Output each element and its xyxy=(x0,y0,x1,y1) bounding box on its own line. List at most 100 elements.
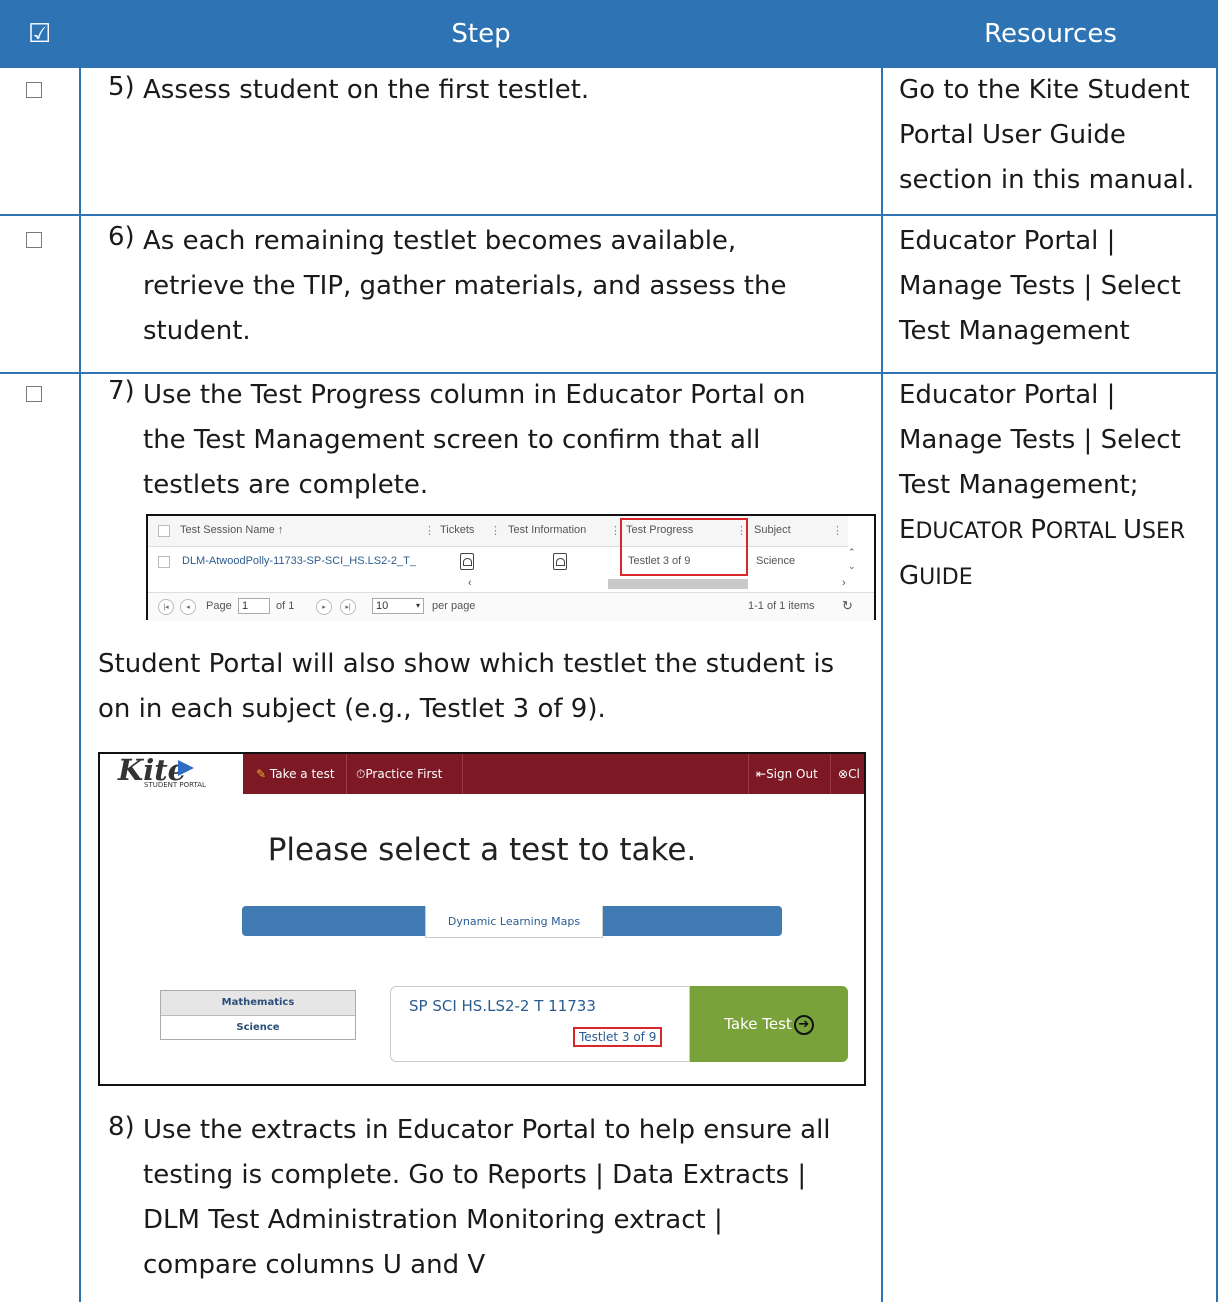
step-line: Assess student on the first testlet. xyxy=(143,75,590,105)
step-text: As each remaining testlet becomes availa… xyxy=(143,219,863,354)
practice-first-link[interactable]: ⏱Practice First xyxy=(356,754,442,794)
step-line: student. xyxy=(143,316,251,346)
step-line: Use the extracts in Educator Portal to h… xyxy=(143,1115,831,1145)
step-line: compare columns U and V xyxy=(143,1250,486,1280)
column-menu-icon[interactable]: ⋮ xyxy=(490,524,501,538)
page-count: of 1 xyxy=(276,600,295,612)
testlet-progress: Testlet 3 of 9 xyxy=(573,1027,663,1047)
row-divider xyxy=(0,214,1218,216)
resource-link-educator-guide: EDUCATOR PORTAL USER xyxy=(899,508,1209,554)
pencil-icon: ✎ xyxy=(256,767,267,781)
prev-page-icon[interactable]: ◂ xyxy=(180,599,196,615)
row-6-checkbox[interactable] xyxy=(26,232,42,248)
refresh-icon[interactable]: ↻ xyxy=(842,598,853,614)
sign-out-link[interactable]: ⇤Sign Out xyxy=(756,754,818,794)
resource-line: Educator Portal | xyxy=(899,226,1116,256)
pdf-icon[interactable] xyxy=(460,553,474,570)
test-name: SP SCI HS.LS2-2 T 11733 xyxy=(409,997,596,1015)
horizontal-scrollbar[interactable] xyxy=(608,579,748,589)
step-number: 7) xyxy=(108,376,135,406)
close-icon: ⊗ xyxy=(838,767,849,781)
nav-label: Take a test xyxy=(269,767,335,781)
top-nav-bar: Kite STUDENT PORTAL ✎ Take a test ⏱Pract… xyxy=(100,754,864,794)
row-checkbox[interactable] xyxy=(158,556,170,568)
step-line: Student Portal will also show which test… xyxy=(98,649,835,679)
scroll-left-icon[interactable]: ‹ xyxy=(468,577,472,589)
nav-divider xyxy=(462,754,463,794)
take-a-test-link[interactable]: ✎ Take a test xyxy=(256,754,335,794)
resource-line: Test Management xyxy=(899,316,1130,346)
page-label: Page xyxy=(206,600,232,612)
column-subject[interactable]: Subject xyxy=(754,524,791,536)
resource-text: Educator Portal | Manage Tests | Select … xyxy=(899,373,1209,600)
row-5-checkbox[interactable] xyxy=(26,82,42,98)
pager: |◂ ◂ Page 1 of 1 ▸ ▸| 10 ▾ per page 1-1 o… xyxy=(148,592,874,621)
nav-label: Cl xyxy=(848,767,860,781)
step-line: As each remaining testlet becomes availa… xyxy=(143,226,737,256)
program-tab[interactable]: Dynamic Learning Maps xyxy=(425,906,603,938)
page-title: Please select a test to take. xyxy=(267,832,697,868)
take-test-button[interactable]: Take Test ➔ xyxy=(690,986,848,1062)
step-text: Assess student on the first testlet. xyxy=(143,68,863,113)
step-line: testing is complete. Go to Reports | Dat… xyxy=(143,1160,807,1190)
next-page-icon[interactable]: ▸ xyxy=(316,599,332,615)
column-tickets[interactable]: Tickets xyxy=(440,524,474,536)
kite-logo: Kite STUDENT PORTAL xyxy=(100,754,243,794)
step-number: 6) xyxy=(108,222,135,252)
scroll-right-icon[interactable]: › xyxy=(842,577,846,589)
highlight-box xyxy=(620,518,748,576)
column-menu-icon[interactable]: ⋮ xyxy=(832,524,843,538)
step-line: retrieve the TIP, gather materials, and … xyxy=(143,271,787,301)
nav-divider xyxy=(748,754,749,794)
first-page-icon[interactable]: |◂ xyxy=(158,599,174,615)
sc-small: SER xyxy=(1141,519,1186,544)
subject-item[interactable]: Science xyxy=(161,1016,355,1040)
step-number: 8) xyxy=(108,1112,135,1142)
sc-big: U xyxy=(1122,515,1142,545)
logo-subtitle: STUDENT PORTAL xyxy=(144,781,206,789)
step-header: Step xyxy=(81,0,881,68)
resource-text: Go to the Kite Student Portal User Guide… xyxy=(899,68,1209,203)
resource-line: section in this manual. xyxy=(899,165,1195,195)
resource-line: Educator Portal | xyxy=(899,380,1116,410)
row-7-checkbox[interactable] xyxy=(26,386,42,402)
page-input[interactable]: 1 xyxy=(238,598,270,614)
resource-text: Educator Portal | Manage Tests | Select … xyxy=(899,219,1209,354)
sc-small: ORTAL xyxy=(1045,519,1123,544)
resource-link-guide: GUIDE xyxy=(899,554,1209,600)
column-test-session-name[interactable]: Test Session Name ↑ xyxy=(180,524,283,536)
arrow-right-icon: ➔ xyxy=(793,1014,814,1035)
scroll-down-icon[interactable]: ⌄ xyxy=(848,561,856,572)
subject-item[interactable]: Mathematics xyxy=(161,991,355,1016)
step-line: the Test Management screen to confirm th… xyxy=(143,425,761,455)
divider xyxy=(881,0,883,1302)
step-line: testlets are complete. xyxy=(143,470,429,500)
last-page-icon[interactable]: ▸| xyxy=(340,599,356,615)
step-note: Student Portal will also show which test… xyxy=(98,642,878,732)
divider xyxy=(79,0,81,1302)
sc-small: DUCATOR xyxy=(915,519,1031,544)
subject-list: Mathematics Science xyxy=(160,990,356,1040)
test-card: SP SCI HS.LS2-2 T 11733 Testlet 3 of 9 xyxy=(390,986,690,1062)
scroll-up-icon[interactable]: ⌃ xyxy=(848,547,856,558)
student-portal-screenshot: Kite STUDENT PORTAL ✎ Take a test ⏱Pract… xyxy=(98,752,866,1086)
stopwatch-icon: ⏱ xyxy=(356,767,366,781)
column-test-information[interactable]: Test Information xyxy=(508,524,586,536)
per-page-select[interactable]: 10 ▾ xyxy=(372,598,424,614)
kite-icon xyxy=(178,760,194,776)
select-all-checkbox[interactable] xyxy=(158,525,170,537)
test-session-name[interactable]: DLM-AtwoodPolly-11733-SP-SCI_HS.LS2-2_T_ xyxy=(182,555,416,567)
pdf-icon[interactable] xyxy=(553,553,567,570)
resource-line: Test Management; xyxy=(899,470,1139,500)
resources-header: Resources xyxy=(883,0,1218,68)
close-link[interactable]: ⊗Cl xyxy=(838,754,860,794)
resource-line: Manage Tests | Select xyxy=(899,425,1181,455)
step-line: DLM Test Administration Monitoring extra… xyxy=(143,1205,723,1235)
column-menu-icon[interactable]: ⋮ xyxy=(424,524,435,538)
column-menu-icon[interactable]: ⋮ xyxy=(610,524,621,538)
sc-big: P xyxy=(1030,515,1046,545)
take-test-label: Take Test xyxy=(724,1015,792,1033)
nav-divider xyxy=(830,754,831,794)
step-line: on in each subject (e.g., Testlet 3 of 9… xyxy=(98,694,606,724)
sc-big: E xyxy=(899,515,916,545)
